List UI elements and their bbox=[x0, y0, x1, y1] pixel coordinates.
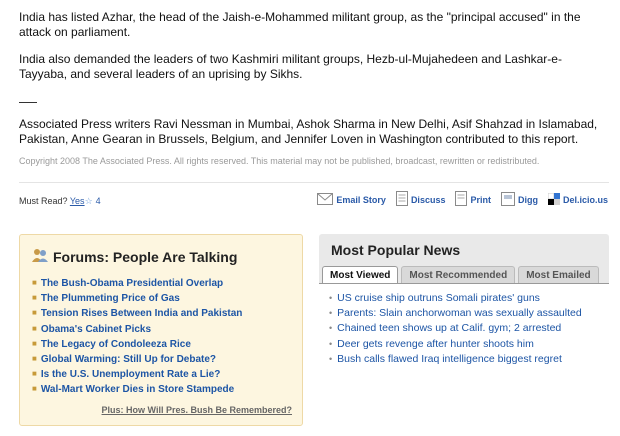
story-tools: Email Story Discuss Print Digg Del.icio.… bbox=[307, 191, 608, 208]
popular-item[interactable]: • Bush calls flawed Iraq intelligence big… bbox=[329, 352, 582, 367]
discuss-label: Discuss bbox=[410, 194, 446, 205]
print-label: Print bbox=[470, 194, 491, 205]
forum-link[interactable]: Tension Rises Between India and Pakistan bbox=[41, 308, 243, 319]
discuss-button[interactable]: Discuss bbox=[395, 191, 446, 208]
discuss-icon bbox=[395, 191, 408, 208]
email-story-button[interactable]: Email Story bbox=[317, 191, 386, 208]
bullet-icon: • bbox=[329, 308, 333, 319]
forum-item[interactable]: ■ Tension Rises Between India and Pakista… bbox=[32, 306, 242, 321]
forums-title: Forums: People Are Talking bbox=[53, 248, 238, 265]
bullet-icon: ■ bbox=[32, 278, 37, 287]
popular-link[interactable]: Parents: Slain anchorwoman was sexually … bbox=[337, 307, 582, 319]
bullet-icon: ■ bbox=[32, 354, 37, 364]
popular-item[interactable]: • Parents: Slain anchorwoman was sexually… bbox=[329, 306, 582, 321]
forum-link[interactable]: Wal-Mart Worker Dies in Store Stampede bbox=[41, 384, 234, 395]
bullet-icon: ■ bbox=[32, 293, 37, 303]
most-popular-box: Most Popular News Most Viewed Most Recom… bbox=[319, 234, 609, 430]
must-read-count: 4 bbox=[95, 196, 101, 206]
forum-item[interactable]: ■ Global Warming: Still Up for Debate? bbox=[32, 352, 242, 367]
delicious-label: Del.icio.us bbox=[562, 194, 608, 205]
digg-button[interactable]: Digg bbox=[500, 191, 538, 208]
bullet-icon: • bbox=[329, 323, 333, 334]
forum-item[interactable]: ■ Wal-Mart Worker Dies in Store Stampede bbox=[32, 382, 242, 397]
popular-link[interactable]: US cruise ship outruns Somali pirates' g… bbox=[337, 292, 540, 304]
forum-link[interactable]: Global Warming: Still Up for Debate? bbox=[41, 354, 216, 365]
forum-list: ■ The Bush-Obama Presidential Overlap ■ Th… bbox=[32, 276, 242, 398]
forum-item[interactable]: ■ The Legacy of Condoleeza Rice bbox=[32, 337, 242, 352]
print-icon bbox=[455, 191, 468, 208]
tab-most-viewed[interactable]: Most Viewed bbox=[322, 266, 399, 284]
bullet-icon: ■ bbox=[32, 323, 37, 333]
must-read: Must Read? Yes☆ 4 bbox=[19, 196, 101, 207]
popular-item[interactable]: • Chained teen shows up at Calif. gym; 2 … bbox=[329, 321, 582, 336]
delicious-icon bbox=[547, 192, 560, 207]
forum-link[interactable]: The Plummeting Price of Gas bbox=[41, 293, 180, 304]
must-read-label: Must Read? bbox=[19, 196, 68, 206]
forums-box: Forums: People Are Talking ■ The Bush-Oba… bbox=[19, 234, 303, 426]
popular-item[interactable]: • Deer gets revenge after hunter shoots h… bbox=[329, 337, 582, 352]
most-popular-title: Most Popular News bbox=[331, 242, 461, 258]
forum-item[interactable]: ■ Obama's Cabinet Picks bbox=[32, 322, 242, 337]
popular-link[interactable]: Deer gets revenge after hunter shoots hi… bbox=[337, 338, 534, 350]
article-paragraph: India has listed Azhar, the head of the … bbox=[19, 10, 581, 39]
popular-link[interactable]: Chained teen shows up at Calif. gym; 2 a… bbox=[337, 322, 561, 334]
popular-list: • US cruise ship outruns Somali pirates' … bbox=[329, 291, 582, 367]
forum-link[interactable]: The Legacy of Condoleeza Rice bbox=[41, 339, 191, 350]
separator-rule bbox=[19, 102, 37, 103]
article-credits: Associated Press writers Ravi Nessman in… bbox=[19, 117, 598, 146]
forums-heading: Forums: People Are Talking bbox=[32, 247, 237, 266]
envelope-icon bbox=[317, 192, 334, 207]
tab-most-recommended[interactable]: Most Recommended bbox=[401, 266, 516, 283]
bullet-icon: ■ bbox=[32, 369, 37, 379]
forum-item[interactable]: ■ The Bush-Obama Presidential Overlap bbox=[32, 276, 242, 291]
forum-item[interactable]: ■ Is the U.S. Unemployment Rate a Lie? bbox=[32, 367, 242, 382]
forum-link[interactable]: Obama's Cabinet Picks bbox=[41, 324, 151, 335]
popular-item[interactable]: • US cruise ship outruns Somali pirates' … bbox=[329, 291, 582, 306]
delicious-button[interactable]: Del.icio.us bbox=[547, 191, 608, 208]
digg-label: Digg bbox=[517, 194, 538, 205]
most-popular-tabs: Most Viewed Most Recommended Most Emaile… bbox=[322, 266, 602, 284]
most-popular-header: Most Popular News Most Viewed Most Recom… bbox=[319, 234, 609, 284]
tab-most-emailed[interactable]: Most Emailed bbox=[518, 266, 599, 283]
bullet-icon: • bbox=[329, 338, 333, 349]
bullet-icon: ■ bbox=[32, 338, 37, 348]
article-paragraph: India also demanded the leaders of two K… bbox=[19, 52, 562, 81]
digg-icon bbox=[500, 191, 515, 208]
forum-link[interactable]: Is the U.S. Unemployment Rate a Lie? bbox=[41, 369, 220, 380]
bullet-icon: ■ bbox=[32, 384, 37, 394]
forums-plus-link[interactable]: Plus: How Will Pres. Bush Be Remembered? bbox=[102, 405, 292, 415]
divider bbox=[19, 182, 609, 183]
forum-item[interactable]: ■ The Plummeting Price of Gas bbox=[32, 291, 242, 306]
bullet-icon: ■ bbox=[32, 308, 37, 318]
people-icon bbox=[32, 247, 48, 266]
popular-link[interactable]: Bush calls flawed Iraq intelligence bigg… bbox=[337, 353, 562, 365]
must-read-yes-link[interactable]: Yes bbox=[70, 196, 85, 206]
forum-link[interactable]: The Bush-Obama Presidential Overlap bbox=[41, 278, 223, 289]
bullet-icon: • bbox=[329, 353, 333, 364]
copyright-notice: Copyright 2008 The Associated Press. All… bbox=[19, 156, 540, 166]
star-icon[interactable]: ☆ bbox=[85, 196, 93, 206]
bullet-icon: • bbox=[329, 293, 333, 303]
print-button[interactable]: Print bbox=[455, 191, 491, 208]
tab-underline bbox=[319, 283, 609, 284]
email-story-label: Email Story bbox=[336, 194, 386, 205]
